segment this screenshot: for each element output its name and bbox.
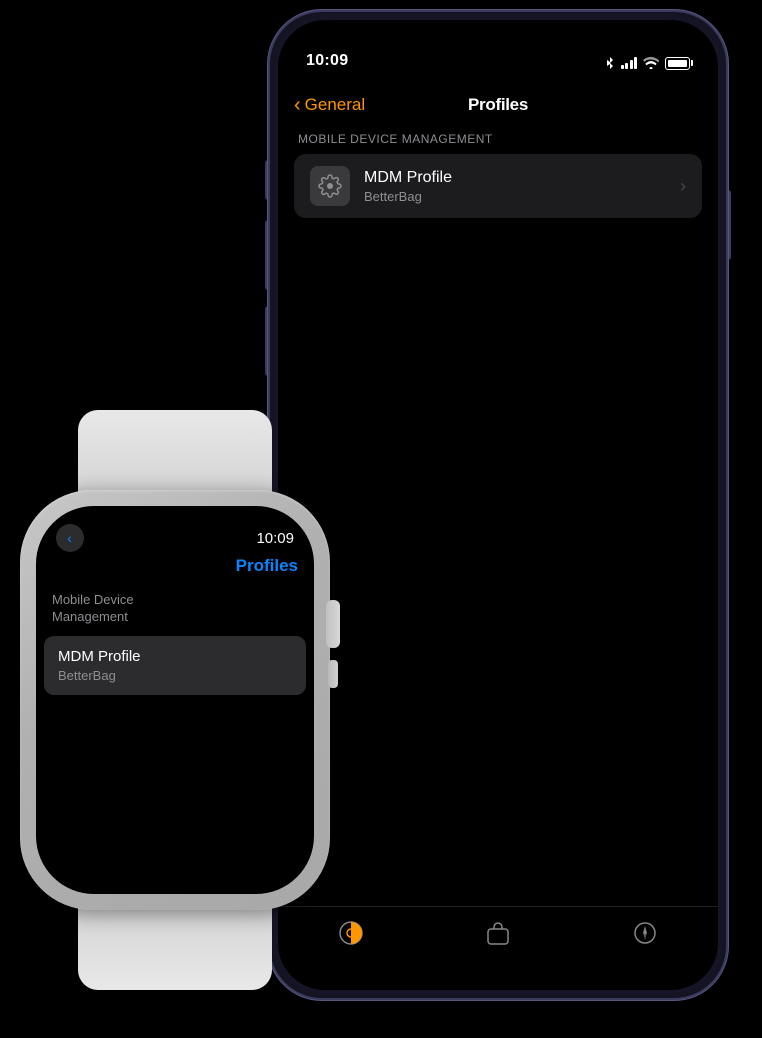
tab-item-2[interactable] — [425, 919, 572, 947]
iphone-body: 10:09 — [268, 10, 728, 1000]
watch-side-button — [328, 660, 338, 688]
watch-title: Profiles — [236, 556, 298, 576]
watch-section-label: Mobile Device Management — [52, 592, 134, 626]
tab-icon-1 — [337, 919, 365, 947]
bluetooth-icon — [605, 56, 615, 70]
watch-case: ‹ 10:09 Profiles Mobile Device Managemen… — [20, 490, 330, 910]
tab-item-3[interactable] — [571, 919, 718, 947]
tab-icon-3 — [631, 919, 659, 947]
dynamic-island — [438, 34, 558, 68]
status-time: 10:09 — [306, 52, 348, 70]
mdm-profile-title: MDM Profile — [364, 169, 666, 187]
back-chevron-icon: ‹ — [294, 94, 301, 117]
circle-half-icon — [337, 919, 365, 947]
watch-mdm-profile-title: MDM Profile — [58, 648, 292, 665]
signal-bars-icon — [621, 57, 638, 69]
battery-icon — [665, 57, 690, 70]
back-label: General — [305, 95, 365, 115]
watch-crown — [326, 600, 340, 648]
iphone-content: MOBILE DEVICE MANAGEMENT MDM Profile Bet… — [278, 132, 718, 910]
page-title: Profiles — [468, 95, 528, 115]
status-icons — [605, 56, 691, 70]
mdm-profile-text: MDM Profile BetterBag — [364, 169, 666, 204]
back-button[interactable]: ‹ General — [294, 94, 365, 117]
bag-icon — [485, 920, 511, 946]
mdm-profile-icon — [310, 166, 350, 206]
watch-mdm-profile-subtitle: BetterBag — [58, 668, 292, 683]
tab-item-1[interactable] — [278, 919, 425, 947]
gear-icon — [318, 174, 342, 198]
chevron-right-icon: › — [680, 176, 686, 197]
watch-time: 10:09 — [256, 530, 294, 547]
watch-status-bar: ‹ 10:09 — [36, 524, 314, 552]
watch-screen: ‹ 10:09 Profiles Mobile Device Managemen… — [36, 506, 314, 894]
watch-back-button[interactable]: ‹ — [56, 524, 84, 552]
tab-bar — [278, 906, 718, 990]
watch-back-chevron-icon: ‹ — [67, 530, 72, 546]
mdm-profile-item[interactable]: MDM Profile BetterBag › — [294, 154, 702, 218]
navigation-bar: ‹ General Profiles — [278, 78, 718, 132]
iphone-device: 10:09 — [268, 10, 728, 1000]
compass-icon — [632, 920, 658, 946]
apple-watch-device: ‹ 10:09 Profiles Mobile Device Managemen… — [20, 490, 330, 910]
wifi-icon — [643, 57, 659, 69]
tab-icon-2 — [484, 919, 512, 947]
mdm-profile-subtitle: BetterBag — [364, 189, 666, 204]
section-label: MOBILE DEVICE MANAGEMENT — [294, 132, 702, 146]
watch-mdm-profile-item[interactable]: MDM Profile BetterBag — [44, 636, 306, 695]
iphone-screen: 10:09 — [278, 20, 718, 990]
